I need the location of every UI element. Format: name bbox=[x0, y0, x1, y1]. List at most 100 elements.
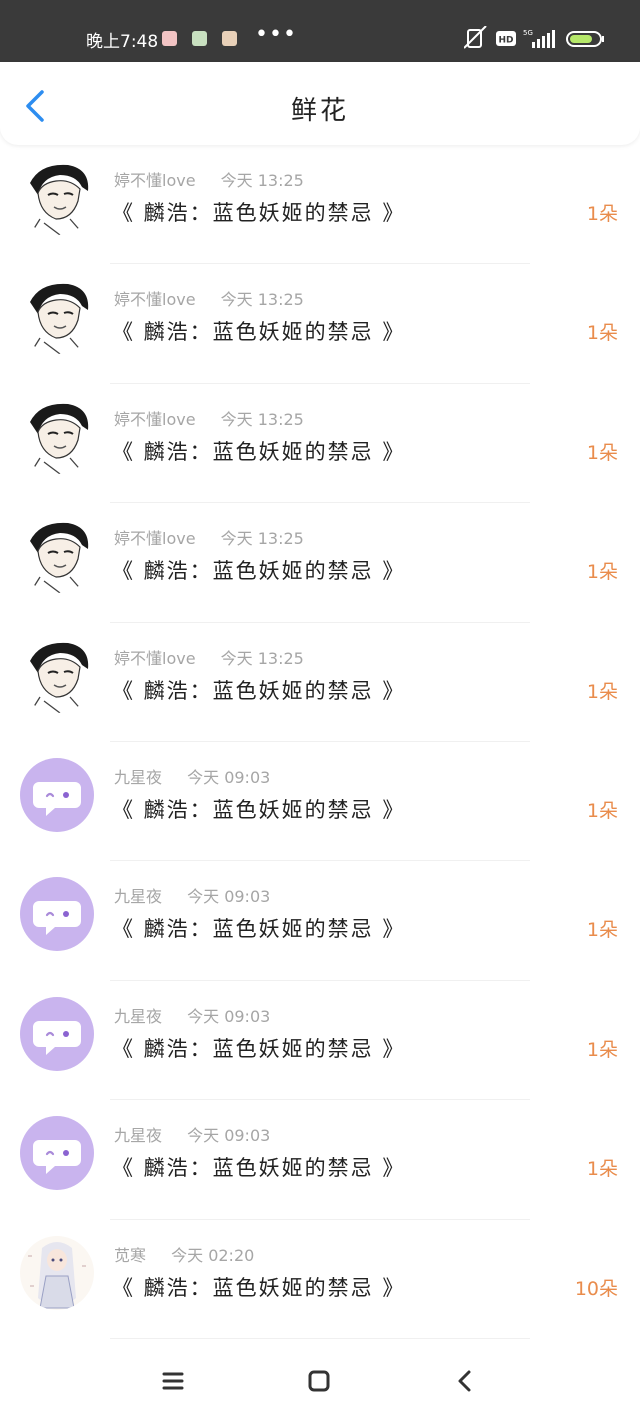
flower-count: 1朵 bbox=[586, 322, 618, 345]
user-name[interactable]: 婷不懂love bbox=[114, 290, 196, 309]
more-notifications-icon: ••• bbox=[255, 22, 297, 47]
anime-character-avatar-icon bbox=[20, 638, 94, 713]
item-meta: 婷不懂love 今天 13:25 bbox=[114, 525, 304, 549]
flower-count: 1朵 bbox=[586, 1158, 618, 1181]
item-meta: 婷不懂love 今天 13:25 bbox=[114, 167, 304, 191]
avatar[interactable] bbox=[20, 519, 94, 594]
flower-count: 10朵 bbox=[574, 1277, 618, 1300]
book-title: 《 麟浩：蓝色妖姬的禁忌 》 bbox=[112, 1275, 406, 1300]
anime-character-avatar-icon bbox=[20, 519, 94, 594]
notification-app-icon bbox=[162, 31, 177, 46]
list-item[interactable]: 九星夜 今天 09:03 《 麟浩：蓝色妖姬的禁忌 》 1朵 bbox=[0, 1100, 640, 1220]
signal-icon bbox=[532, 30, 555, 48]
list-item[interactable]: 婷不懂love 今天 13:25 《 麟浩：蓝色妖姬的禁忌 》 1朵 bbox=[0, 623, 640, 742]
page-title: 鲜花 bbox=[290, 96, 349, 126]
list-item[interactable]: 婷不懂love 今天 13:25 《 麟浩：蓝色妖姬的禁忌 》 1朵 bbox=[0, 145, 640, 265]
item-meta: 苋寒 今天 02:20 bbox=[114, 1242, 254, 1266]
item-meta: 九星夜 今天 09:03 bbox=[114, 1122, 270, 1146]
list-item[interactable]: 九星夜 今天 09:03 《 麟浩：蓝色妖姬的禁忌 》 1朵 bbox=[0, 861, 640, 981]
item-time: 今天 13:25 bbox=[220, 648, 304, 668]
user-name[interactable]: 九星夜 bbox=[114, 887, 162, 906]
item-time: 今天 13:25 bbox=[220, 290, 304, 310]
status-bar: 晚上7:48 ••• HD 5G bbox=[0, 0, 640, 62]
item-meta: 九星夜 今天 09:03 bbox=[114, 1003, 270, 1027]
item-meta: 九星夜 今天 09:03 bbox=[114, 883, 270, 907]
system-nav-bar bbox=[0, 1340, 640, 1422]
avatar[interactable] bbox=[20, 638, 94, 713]
anime-character-avatar-icon bbox=[20, 399, 94, 474]
list-item[interactable]: 婷不懂love 今天 13:25 《 麟浩：蓝色妖姬的禁忌 》 1朵 bbox=[0, 384, 640, 504]
svg-text:5G: 5G bbox=[523, 29, 533, 37]
divider bbox=[110, 1337, 530, 1339]
avatar[interactable] bbox=[20, 161, 94, 235]
avatar[interactable] bbox=[20, 757, 94, 832]
user-name[interactable]: 婷不懂love bbox=[114, 649, 196, 668]
menu-icon bbox=[162, 1372, 184, 1390]
header: 鲜花 bbox=[0, 62, 640, 145]
back-nav-button[interactable] bbox=[450, 1368, 480, 1394]
default-chat-avatar-icon bbox=[20, 1116, 94, 1191]
item-time: 今天 13:25 bbox=[220, 171, 304, 190]
list-item[interactable]: 婷不懂love 今天 13:25 《 麟浩：蓝色妖姬的禁忌 》 1朵 bbox=[0, 503, 640, 623]
vibrate-off-icon bbox=[464, 26, 487, 49]
user-name[interactable]: 婷不懂love bbox=[114, 529, 196, 548]
home-icon bbox=[308, 1370, 330, 1392]
svg-text:HD: HD bbox=[498, 36, 513, 46]
notification-app-icon bbox=[192, 31, 207, 46]
status-time: 晚上7:48 bbox=[86, 32, 159, 52]
anime-character-avatar-icon bbox=[20, 161, 94, 235]
book-title: 《 麟浩：蓝色妖姬的禁忌 》 bbox=[112, 320, 406, 345]
default-chat-avatar-icon bbox=[20, 877, 94, 952]
avatar[interactable] bbox=[20, 399, 94, 474]
book-title: 《 麟浩：蓝色妖姬的禁忌 》 bbox=[112, 559, 406, 584]
book-title: 《 麟浩：蓝色妖姬的禁忌 》 bbox=[112, 917, 406, 942]
illustrated-girl-avatar-icon bbox=[20, 1235, 94, 1310]
book-title: 《 麟浩：蓝色妖姬的禁忌 》 bbox=[112, 678, 406, 703]
item-meta: 婷不懂love 今天 13:25 bbox=[114, 286, 304, 310]
item-time: 今天 09:03 bbox=[187, 887, 271, 907]
list-item[interactable]: 苋寒 今天 02:20 《 麟浩：蓝色妖姬的禁忌 》 10朵 bbox=[0, 1220, 640, 1339]
item-meta: 婷不懂love 今天 13:25 bbox=[114, 406, 304, 430]
item-time: 今天 13:25 bbox=[220, 409, 304, 429]
avatar[interactable] bbox=[20, 877, 94, 952]
home-button[interactable] bbox=[304, 1368, 334, 1394]
avatar[interactable] bbox=[20, 280, 94, 355]
item-meta: 婷不懂love 今天 13:25 bbox=[114, 645, 304, 669]
flower-count: 1朵 bbox=[586, 561, 618, 584]
flower-count: 1朵 bbox=[586, 441, 618, 464]
avatar[interactable] bbox=[20, 996, 94, 1071]
list-item[interactable]: 九星夜 今天 09:03 《 麟浩：蓝色妖姬的禁忌 》 1朵 bbox=[0, 981, 640, 1101]
item-time: 今天 09:03 bbox=[187, 1006, 271, 1026]
item-time: 今天 09:03 bbox=[187, 1126, 271, 1146]
user-name[interactable]: 婷不懂love bbox=[114, 410, 196, 429]
user-name[interactable]: 九星夜 bbox=[114, 1126, 162, 1145]
item-time: 今天 02:20 bbox=[171, 1245, 255, 1265]
flower-count: 1朵 bbox=[586, 919, 618, 942]
user-name[interactable]: 九星夜 bbox=[114, 768, 162, 787]
book-title: 《 麟浩：蓝色妖姬的禁忌 》 bbox=[112, 797, 406, 822]
battery-icon bbox=[566, 31, 604, 47]
avatar[interactable] bbox=[20, 1235, 94, 1310]
flower-count: 1朵 bbox=[586, 680, 618, 703]
menu-button[interactable] bbox=[158, 1368, 188, 1394]
default-chat-avatar-icon bbox=[20, 996, 94, 1071]
notification-app-icon bbox=[222, 31, 237, 46]
list-item[interactable]: 九星夜 今天 09:03 《 麟浩：蓝色妖姬的禁忌 》 1朵 bbox=[0, 742, 640, 862]
book-title: 《 麟浩：蓝色妖姬的禁忌 》 bbox=[112, 1156, 406, 1181]
flower-count: 1朵 bbox=[586, 203, 618, 225]
book-title: 《 麟浩：蓝色妖姬的禁忌 》 bbox=[112, 439, 406, 464]
flower-count: 1朵 bbox=[586, 799, 618, 822]
anime-character-avatar-icon bbox=[20, 280, 94, 355]
user-name[interactable]: 苋寒 bbox=[114, 1246, 146, 1265]
book-title: 《 麟浩：蓝色妖姬的禁忌 》 bbox=[112, 201, 406, 225]
flower-list: 婷不懂love 今天 13:25 《 麟浩：蓝色妖姬的禁忌 》 1朵 婷不懂lo… bbox=[0, 145, 640, 1339]
item-time: 今天 13:25 bbox=[220, 529, 304, 549]
user-name[interactable]: 婷不懂love bbox=[114, 171, 196, 190]
status-indicators: HD 5G bbox=[464, 26, 604, 49]
list-item[interactable]: 婷不懂love 今天 13:25 《 麟浩：蓝色妖姬的禁忌 》 1朵 bbox=[0, 264, 640, 384]
avatar[interactable] bbox=[20, 1116, 94, 1191]
notification-icons bbox=[162, 31, 242, 47]
default-chat-avatar-icon bbox=[20, 757, 94, 832]
user-name[interactable]: 九星夜 bbox=[114, 1007, 162, 1026]
back-nav-icon bbox=[458, 1370, 471, 1392]
